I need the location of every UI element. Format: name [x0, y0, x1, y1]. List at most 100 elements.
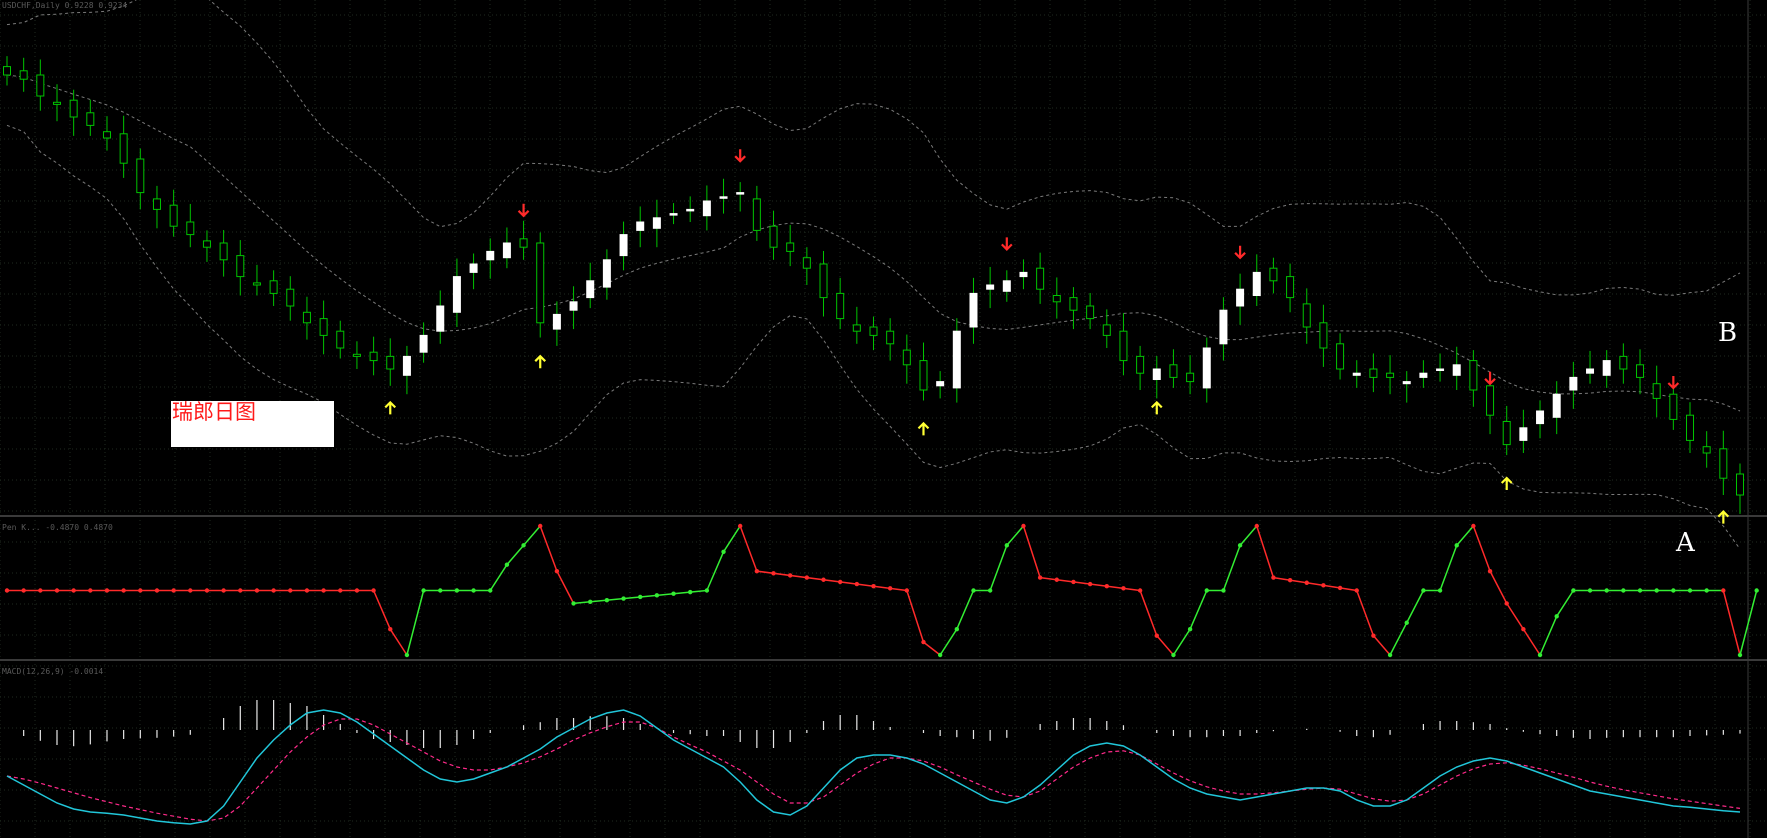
- buy-arrow: [917, 421, 930, 436]
- oscillator-point: [1337, 585, 1343, 591]
- candle-body: [1052, 295, 1061, 303]
- candle-body: [1502, 421, 1511, 446]
- oscillator-point: [921, 639, 926, 645]
- oscillator-point: [1604, 588, 1609, 593]
- candle-body: [1619, 355, 1628, 370]
- macd-signal-line: [6, 718, 1741, 822]
- oscillator-point: [787, 573, 793, 578]
- candle-body: [602, 259, 611, 288]
- candle-body: [1136, 355, 1145, 374]
- oscillator-point: [1387, 652, 1393, 658]
- oscillator-segment: [522, 525, 541, 546]
- oscillator-point: [1271, 575, 1276, 580]
- candle-body: [319, 318, 328, 336]
- oscillator-point: [538, 523, 543, 529]
- oscillator-segment: [1389, 622, 1408, 656]
- candle-body: [986, 284, 995, 290]
- candle-body: [1252, 271, 1261, 296]
- oscillator-point: [1004, 543, 1010, 548]
- oscillator-segment: [956, 590, 975, 630]
- macd-series: [6, 700, 1741, 825]
- candle-body: [802, 257, 811, 269]
- candle-body: [1669, 393, 1678, 420]
- sell-arrow: [1234, 245, 1246, 260]
- candle-body: [186, 221, 195, 236]
- oscillator-point: [887, 586, 893, 591]
- oscillator-segment: [539, 525, 558, 572]
- oscillator-point: [238, 588, 243, 593]
- candle-body: [1702, 446, 1711, 454]
- candle-body: [969, 292, 978, 328]
- oscillator-point: [1671, 588, 1676, 593]
- oscillator-point: [837, 579, 843, 585]
- candle-body: [936, 381, 945, 387]
- oscillator-point: [987, 588, 993, 593]
- candle-body: [1486, 385, 1495, 416]
- candle-body: [1019, 271, 1028, 278]
- oscillator-point: [1121, 586, 1126, 591]
- oscillator-point: [121, 588, 126, 593]
- candle-body: [1552, 393, 1561, 418]
- candle-body: [336, 330, 345, 349]
- oscillator-segment: [1439, 545, 1458, 591]
- candle-body: [636, 221, 645, 231]
- oscillator-point: [521, 543, 526, 548]
- main-panel-header: USDCHF,Daily 0.9228 0.9234: [2, 1, 128, 10]
- candle-body: [1519, 427, 1528, 441]
- oscillator-segment: [939, 628, 958, 656]
- candle-body: [1402, 381, 1411, 385]
- oscillator-segment: [1172, 628, 1191, 656]
- candle-body: [919, 360, 928, 391]
- candle-body: [69, 99, 78, 118]
- oscillator-point: [1204, 588, 1209, 593]
- candle-body: [1352, 372, 1361, 376]
- signal-arrows: [384, 149, 1730, 524]
- candle-body: [652, 217, 661, 229]
- candle-body: [1169, 364, 1178, 378]
- candle-body: [1186, 372, 1195, 383]
- candle-body: [352, 353, 361, 357]
- oscillator-point: [1321, 583, 1326, 588]
- oscillator-point: [1421, 588, 1426, 593]
- oscillator-point: [1654, 588, 1659, 593]
- oscillator-point: [1071, 579, 1076, 585]
- oscillator-point: [1104, 584, 1109, 589]
- oscillator-point: [88, 588, 93, 593]
- candle-body: [1736, 473, 1744, 496]
- oscillator-point: [471, 588, 476, 593]
- buy-arrow: [1500, 476, 1513, 490]
- candle-body: [52, 101, 61, 105]
- candle-body: [419, 334, 428, 353]
- oscillator-point: [638, 594, 643, 600]
- marker-b: B: [1718, 318, 1738, 348]
- candle-body: [1102, 324, 1111, 336]
- oscillator-point: [904, 588, 910, 593]
- candle-body: [702, 200, 711, 217]
- oscillator-point: [288, 588, 293, 593]
- candle-body: [252, 282, 261, 286]
- candle-body: [1586, 368, 1595, 374]
- sell-arrow: [734, 149, 746, 163]
- candle-body: [169, 204, 178, 227]
- oscillator-point: [654, 593, 660, 598]
- candle-body: [1652, 383, 1661, 399]
- oscillator-point: [821, 577, 826, 582]
- oscillator-segment: [1522, 628, 1541, 656]
- oscillator-point: [1621, 588, 1626, 593]
- candle-body: [1119, 330, 1128, 362]
- oscillator-segment: [1022, 525, 1041, 578]
- oscillator-point: [1454, 543, 1459, 548]
- candle-body: [1269, 267, 1278, 282]
- oscillator-segment: [1506, 602, 1525, 630]
- oscillator-segment: [1722, 590, 1741, 656]
- candle-body: [719, 196, 728, 199]
- oscillator-point: [1404, 620, 1409, 625]
- oscillator-segment: [923, 641, 941, 656]
- candle-body: [786, 242, 795, 252]
- oscillator-segment: [1273, 576, 1357, 592]
- oscillator-point: [1221, 588, 1226, 593]
- candle-body: [1286, 276, 1295, 299]
- candle-body: [1386, 372, 1395, 378]
- oscillator-segment: [1539, 616, 1558, 656]
- oscillator-point: [937, 652, 943, 658]
